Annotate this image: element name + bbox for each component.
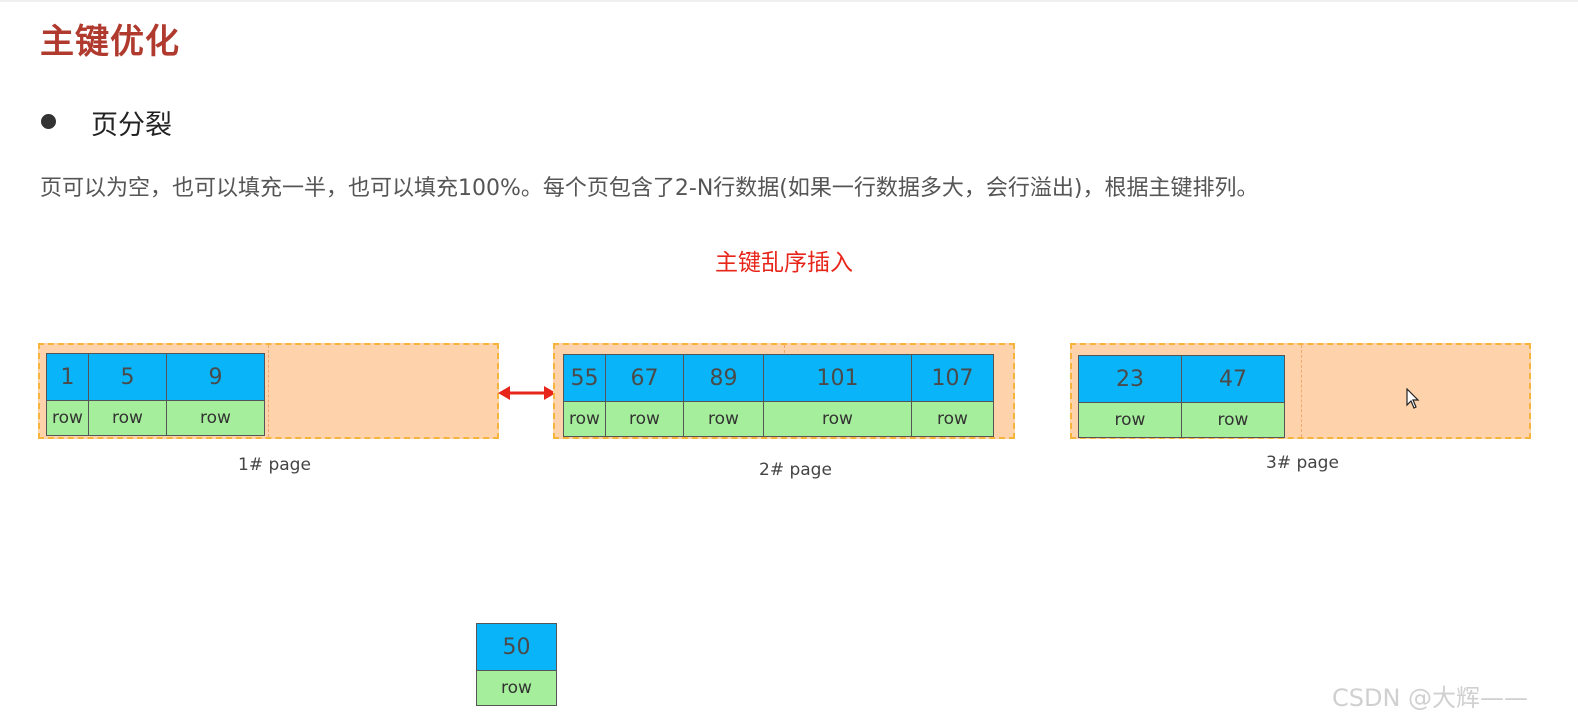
record-key: 23 xyxy=(1079,356,1181,402)
record-row: row xyxy=(684,401,763,436)
page-3: 23 row 47 row xyxy=(1070,343,1531,439)
watermark: CSDN @大辉—— xyxy=(1332,684,1529,712)
record-row: row xyxy=(606,401,683,436)
record-key: 67 xyxy=(606,355,683,401)
double-arrow-icon xyxy=(498,386,556,400)
page-1-records: 1 row 5 row 9 row xyxy=(46,353,265,436)
record: 9 row xyxy=(166,354,264,435)
record-key: 89 xyxy=(684,355,763,401)
bullet-dot-icon xyxy=(41,114,56,129)
top-border xyxy=(0,0,1578,2)
record: 89 row xyxy=(683,355,763,436)
page-2-records: 55 row 67 row 89 row 101 row 107 row xyxy=(563,354,994,437)
record: 1 row xyxy=(47,354,88,435)
page-1-divider xyxy=(268,345,269,437)
page-1-label: 1# page xyxy=(238,455,311,475)
page-2-label: 2# page xyxy=(759,460,832,480)
record: 67 row xyxy=(605,355,683,436)
record: 101 row xyxy=(763,355,911,436)
bullet-heading: 页分裂 xyxy=(91,110,172,141)
page-2: 55 row 67 row 89 row 101 row 107 row xyxy=(553,343,1015,439)
record-row: row xyxy=(1079,402,1181,437)
record-key: 9 xyxy=(167,354,264,400)
record-key: 1 xyxy=(47,354,88,400)
record-row: row xyxy=(564,401,605,436)
record-key: 50 xyxy=(477,624,556,670)
record-row: row xyxy=(89,400,166,435)
page-3-divider xyxy=(1301,345,1302,437)
page-1: 1 row 5 row 9 row xyxy=(38,343,499,439)
record-row: row xyxy=(764,401,911,436)
description-text: 页可以为空，也可以填充一半，也可以填充100%。每个页包含了2-N行数据(如果一… xyxy=(40,176,1259,201)
record: 55 row xyxy=(564,355,605,436)
record-row: row xyxy=(477,670,556,705)
page-3-label: 3# page xyxy=(1266,453,1339,473)
record-row: row xyxy=(47,400,88,435)
record-row: row xyxy=(912,401,993,436)
record: 107 row xyxy=(911,355,993,436)
record: 47 row xyxy=(1181,356,1284,437)
mouse-cursor-icon xyxy=(1406,388,1420,409)
record: 23 row xyxy=(1079,356,1181,437)
page-title: 主键优化 xyxy=(40,22,180,62)
record-key: 107 xyxy=(912,355,993,401)
record: 5 row xyxy=(88,354,166,435)
record-key: 5 xyxy=(89,354,166,400)
record-key: 101 xyxy=(764,355,911,401)
record-row: row xyxy=(1182,402,1284,437)
record-key: 55 xyxy=(564,355,605,401)
record-row: row xyxy=(167,400,264,435)
page-3-records: 23 row 47 row xyxy=(1078,355,1285,438)
new-record: 50 row xyxy=(476,623,557,706)
diagram-title: 主键乱序插入 xyxy=(715,250,853,276)
record-key: 47 xyxy=(1182,356,1284,402)
